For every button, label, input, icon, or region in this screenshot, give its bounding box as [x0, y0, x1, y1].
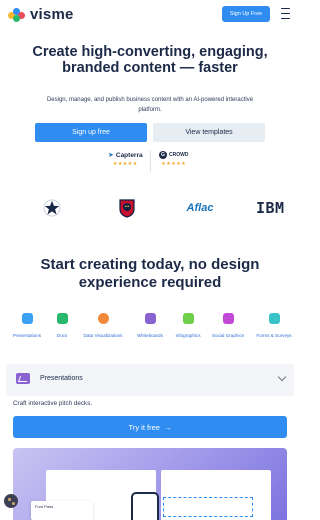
- signup-button[interactable]: Sign up free: [35, 123, 147, 142]
- chevron-down-icon[interactable]: [277, 372, 287, 382]
- accordion-description: Craft interactive pitch decks.: [13, 400, 93, 407]
- category-label: Presentations: [12, 333, 42, 338]
- docs-icon: [56, 313, 68, 324]
- forms-surveys-icon: [268, 313, 280, 324]
- category-label: Whiteboards: [137, 333, 163, 338]
- presentations-accordion[interactable]: Presentations: [6, 364, 294, 396]
- visme-logo[interactable]: visme: [8, 6, 74, 23]
- header-signup-button[interactable]: Sign Up Free: [222, 6, 270, 22]
- category-label: Data Visualizations: [83, 333, 123, 338]
- whiteboards-icon: [144, 313, 156, 324]
- cowboys-logo: [40, 198, 64, 218]
- data-visualizations-icon: [97, 313, 109, 324]
- visme-logo-icon: [8, 7, 26, 22]
- rating-divider: [150, 150, 151, 172]
- aflac-logo: Aflac: [186, 202, 214, 214]
- hero-title: Create high-converting, engaging, brande…: [32, 44, 268, 76]
- category-label: Docs: [56, 333, 68, 338]
- accordion-title: Presentations: [40, 375, 83, 382]
- arrow-right-icon: →: [163, 422, 172, 432]
- category-label: Infographics: [175, 333, 201, 338]
- selection-box: [163, 497, 253, 517]
- panthers-logo: [115, 198, 139, 218]
- cookie-icon[interactable]: [4, 494, 18, 508]
- view-templates-button[interactable]: View templates: [153, 123, 265, 142]
- g2-stars: ★★★★★: [161, 161, 187, 167]
- hero-subtitle: Design, manage, and publish business con…: [46, 97, 254, 113]
- capterra-stars: ★★★★★: [112, 161, 138, 167]
- ibm-logo: IBM: [256, 199, 285, 217]
- g2-name: CROWD: [169, 152, 189, 158]
- capterra-name: Capterra: [115, 151, 143, 159]
- category-label: Forms & Surveys: [256, 333, 292, 338]
- category-docs[interactable]: Docs: [40, 310, 84, 338]
- capterra-rating[interactable]: ➤ Capterra ★★★★★: [108, 151, 143, 168]
- menu-icon[interactable]: [281, 8, 290, 19]
- category-data-visualizations[interactable]: Data Visualizations: [81, 310, 125, 338]
- g2-crowd-rating[interactable]: G CROWD ★★★★★: [159, 151, 188, 167]
- font-pairs-label: Font Pairs: [35, 504, 54, 509]
- social-graphics-icon: [222, 313, 234, 324]
- presentations-icon: [21, 313, 33, 324]
- section-title: Start creating today, no design experien…: [40, 256, 260, 291]
- category-forms-surveys[interactable]: Forms & Surveys: [252, 310, 296, 338]
- capterra-icon: ➤: [108, 152, 114, 159]
- try-it-free-label: Try it free: [128, 422, 160, 432]
- category-infographics[interactable]: Infographics: [166, 310, 210, 338]
- logo-text: visme: [30, 6, 74, 23]
- presentation-chart-icon: [16, 373, 30, 384]
- font-pairs-card[interactable]: Font Pairs: [31, 501, 93, 520]
- phone-mockup: [131, 492, 159, 520]
- category-label: Social Graphics: [211, 333, 245, 338]
- site-header: visme Sign Up Free: [0, 0, 300, 30]
- g2-icon: G: [159, 151, 167, 159]
- category-tabs: Presentations Docs Data Visualizations W…: [0, 310, 300, 346]
- try-it-free-button[interactable]: Try it free →: [13, 416, 287, 438]
- infographics-icon: [182, 313, 194, 324]
- category-social-graphics[interactable]: Social Graphics: [206, 310, 250, 338]
